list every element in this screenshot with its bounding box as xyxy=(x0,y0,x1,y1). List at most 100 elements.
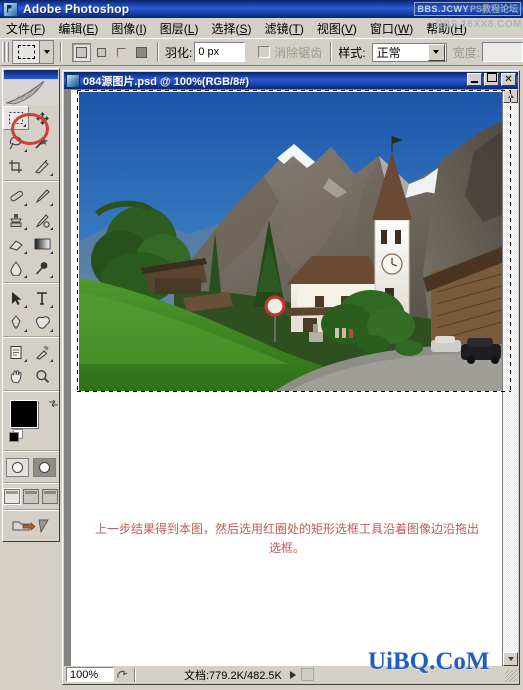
menu-layer[interactable]: 图层(L) xyxy=(154,18,206,39)
eyedropper-icon xyxy=(35,345,48,360)
vertical-scrollbar[interactable] xyxy=(502,89,518,666)
photoshop-window: Adobe Photoshop BBS.JCWY PS教程论坛 文件(F) 编辑… xyxy=(0,0,523,690)
instruction-caption: 上一步结果得到本图，然后选用红圈处的矩形选框工具沿着图像边沿拖出选框。 xyxy=(94,522,479,555)
lasso-tool[interactable] xyxy=(3,130,29,154)
brush-tool[interactable] xyxy=(29,184,55,208)
tool-more-triangle xyxy=(20,124,26,127)
new-selection-button[interactable] xyxy=(72,42,91,62)
toolbox-title-bar[interactable] xyxy=(4,70,58,79)
history-brush-icon xyxy=(35,213,50,228)
add-to-selection-button[interactable] xyxy=(92,43,111,62)
custom-shape-tool[interactable] xyxy=(29,310,55,334)
intersect-with-selection-button[interactable] xyxy=(132,43,151,62)
tool-more-triangle xyxy=(47,305,53,308)
menu-edit[interactable]: 编辑(E) xyxy=(52,18,105,39)
move-tool[interactable] xyxy=(29,106,55,130)
hand-icon xyxy=(10,369,21,383)
current-tool-preview[interactable] xyxy=(12,40,39,64)
path-selection-tool[interactable] xyxy=(3,286,29,310)
feather-input[interactable]: 0 px xyxy=(194,42,245,62)
hand-tool[interactable] xyxy=(3,364,29,388)
pen-tool[interactable] xyxy=(3,310,29,334)
subtract-from-selection-button[interactable] xyxy=(112,43,131,62)
tool-more-triangle xyxy=(21,329,27,332)
options-separator-3 xyxy=(330,42,333,62)
scroll-up-arrow-icon xyxy=(507,94,514,98)
notes-tool[interactable] xyxy=(3,340,29,364)
feather-label: 羽化: xyxy=(165,45,193,60)
tool-more-triangle xyxy=(47,203,53,206)
tool-more-triangle xyxy=(21,149,27,152)
foreground-color-swatch[interactable] xyxy=(10,400,38,428)
slice-tool[interactable] xyxy=(29,154,55,178)
scrollbar-track[interactable] xyxy=(503,103,518,652)
menu-image[interactable]: 图像(I) xyxy=(105,18,153,39)
scroll-up-button[interactable] xyxy=(503,89,518,103)
style-dropdown-arrow[interactable] xyxy=(427,43,445,61)
tool-more-triangle xyxy=(47,275,53,278)
close-button[interactable]: ✕ xyxy=(501,73,516,86)
canvas-area[interactable]: 上一步结果得到本图，然后选用红圈处的矩形选框工具沿着图像边沿拖出选框。 xyxy=(64,89,518,666)
document-title-bar[interactable]: 084源图片.psd @ 100%(RGB/8#) ✕ xyxy=(64,72,518,89)
menu-view[interactable]: 视图(V) xyxy=(311,18,364,39)
toolbox-palette xyxy=(2,68,60,542)
antialias-checkbox[interactable] xyxy=(258,46,271,58)
full-screen-mode-button[interactable] xyxy=(42,489,58,504)
dodge-icon xyxy=(35,261,48,275)
window-controls: ✕ xyxy=(467,72,516,86)
history-brush-tool[interactable] xyxy=(29,208,55,232)
tool-more-triangle xyxy=(21,305,27,308)
status-more-arrow-icon[interactable] xyxy=(289,670,296,679)
type-t-icon xyxy=(37,291,47,305)
toolbox-banner xyxy=(4,80,58,105)
swap-arrows-icon[interactable] xyxy=(48,398,59,409)
toolbox-divider-4 xyxy=(3,390,59,392)
menu-select[interactable]: 选择(S) xyxy=(205,18,258,39)
rectangular-marquee-tool[interactable] xyxy=(3,106,29,130)
type-tool[interactable] xyxy=(29,286,55,310)
eraser-tool[interactable] xyxy=(3,232,29,256)
maximize-icon xyxy=(486,72,497,82)
menu-filter[interactable]: 滤镜(T) xyxy=(258,18,310,39)
dodge-tool[interactable] xyxy=(29,256,55,280)
status-grip-icon[interactable] xyxy=(114,667,130,682)
gradient-tool[interactable] xyxy=(29,232,55,256)
clone-stamp-tool[interactable] xyxy=(3,208,29,232)
crop-tool[interactable] xyxy=(3,154,29,178)
resize-grip-icon[interactable] xyxy=(505,670,517,682)
title-watermark: BBS.JCWY PS教程论坛 xyxy=(414,1,521,16)
standard-mode-button[interactable] xyxy=(6,458,29,477)
pen-icon xyxy=(11,314,21,329)
quick-mask-mode-button[interactable] xyxy=(33,458,56,477)
healing-brush-tool[interactable] xyxy=(3,184,29,208)
options-separator-2 xyxy=(157,42,159,62)
full-screen-with-menubar-button[interactable] xyxy=(23,489,39,504)
width-label: 宽度: xyxy=(452,45,480,60)
zoom-level-input[interactable]: 100% xyxy=(66,667,114,682)
toolbox-divider-3 xyxy=(3,336,59,338)
status-extra-box[interactable] xyxy=(300,668,314,681)
eyedropper-tool[interactable] xyxy=(29,340,55,364)
maximize-button[interactable] xyxy=(484,72,499,86)
options-bar-grip[interactable] xyxy=(2,42,9,62)
standard-screen-mode-button[interactable] xyxy=(3,488,21,505)
style-dropdown[interactable]: 正常 xyxy=(371,42,447,62)
scroll-down-arrow-icon xyxy=(507,657,514,661)
magic-wand-tool[interactable] xyxy=(29,130,55,154)
menu-window[interactable]: 窗口(W) xyxy=(364,18,420,39)
zoom-tool[interactable] xyxy=(29,364,55,388)
scroll-down-button[interactable] xyxy=(503,652,518,666)
close-icon: ✕ xyxy=(504,74,513,85)
menu-layer-mnemonic: L xyxy=(187,21,195,36)
quick-mask-icon xyxy=(39,462,50,473)
tool-preset-dropdown[interactable] xyxy=(39,40,54,64)
waterdrop-icon xyxy=(10,260,22,276)
minimize-button[interactable] xyxy=(467,73,482,86)
menu-file-mnemonic: F xyxy=(34,21,42,36)
menu-file[interactable]: 文件(F) xyxy=(0,18,52,39)
jump-to-imageready-icon[interactable] xyxy=(11,516,51,536)
blur-tool[interactable] xyxy=(3,256,29,280)
tool-more-triangle xyxy=(21,359,27,362)
width-input[interactable] xyxy=(481,42,523,62)
default-colors-icon[interactable] xyxy=(9,429,23,442)
